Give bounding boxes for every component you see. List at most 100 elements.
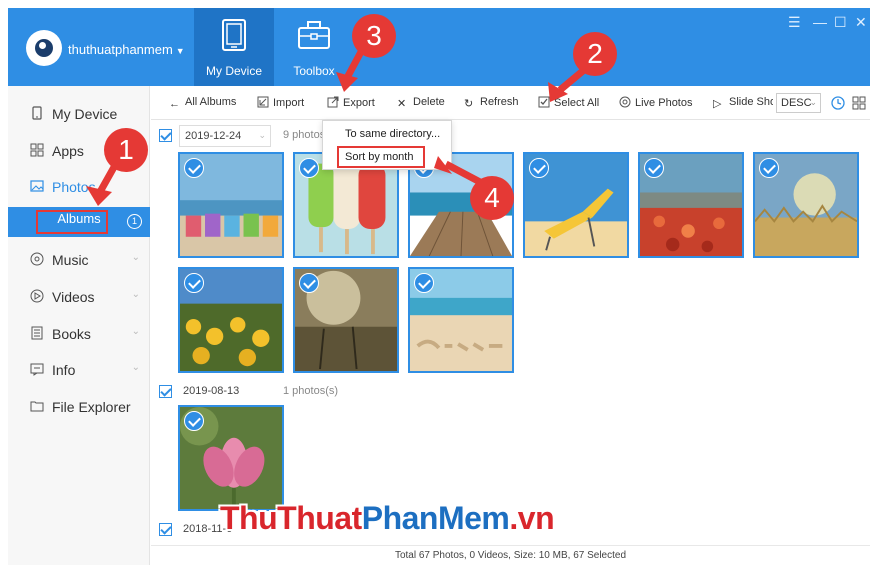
export-icon — [327, 96, 339, 108]
photo-content: 2019-12-24 ⌄ 9 photos 2019-08-13 1 photo… — [151, 121, 870, 545]
caret-down-icon: ▼ — [175, 46, 185, 56]
menu-item-label: To same directory... — [345, 128, 441, 140]
delete-button[interactable]: ✕ Delete — [397, 96, 445, 110]
delete-label: Delete — [413, 96, 445, 108]
refresh-icon: ↻ — [464, 98, 474, 110]
select-all-button[interactable]: Select All — [538, 96, 599, 109]
group-checkbox[interactable] — [159, 385, 172, 398]
selected-check-icon[interactable] — [299, 158, 319, 178]
sidebar-item-file-explorer[interactable]: File Explorer — [8, 391, 150, 423]
app-logo-icon — [26, 30, 62, 66]
sidebar-item-books[interactable]: Books ⌄ — [8, 318, 150, 350]
sort-order-value: DESC — [781, 97, 812, 109]
play-icon: ▷ — [713, 98, 722, 109]
watermark-part1: ThuThuat — [220, 500, 362, 536]
selected-check-icon[interactable] — [644, 158, 664, 178]
import-button[interactable]: Import — [257, 96, 304, 109]
chevron-down-icon: ⌄ — [809, 97, 817, 107]
export-button[interactable]: Export — [327, 96, 375, 109]
group-checkbox[interactable] — [159, 129, 172, 142]
chevron-down-icon[interactable]: ⌄ — [132, 289, 140, 300]
toolbar: ← All Albums Import Export ✕ Delete ↻ Refre… — [151, 86, 870, 120]
photo-thumbnail[interactable] — [178, 152, 284, 258]
photo-thumbnail[interactable] — [293, 267, 399, 373]
maximize-icon[interactable]: ☐ — [834, 14, 847, 31]
close-icon[interactable]: ✕ — [855, 14, 867, 31]
slide-show-button[interactable]: ▷ Slide Sho — [713, 96, 773, 109]
photo-thumbnail[interactable] — [638, 152, 744, 258]
annotation-badge-4: 4 — [470, 176, 514, 220]
photo-thumbnail[interactable] — [753, 152, 859, 258]
watermark-part2: PhanMem — [361, 500, 510, 536]
top-bar: thuthuatphanmem ▼ My Device Toolbox ☰ — ☐… — [8, 8, 870, 86]
export-dropdown-menu: To same directory... Sort by month — [322, 120, 452, 170]
grid-view-icon[interactable] — [852, 96, 866, 110]
live-photos-label: Live Photos — [635, 97, 693, 109]
sidebar-item-label: Photos — [52, 179, 96, 195]
sidebar-item-albums[interactable]: Albums 1 — [8, 207, 150, 237]
sidebar-item-label: Music — [52, 252, 89, 268]
status-bar: Total 67 Photos, 0 Videos, Size: 10 MB, … — [151, 545, 870, 565]
sidebar-item-my-device[interactable]: My Device — [8, 98, 150, 130]
all-albums-label: All Albums — [185, 96, 237, 108]
selected-check-icon[interactable] — [184, 411, 204, 431]
arrow-left-icon: ← — [169, 98, 180, 110]
live-photos-button[interactable]: Live Photos — [619, 96, 692, 109]
annotation-badge-1: 1 — [104, 128, 148, 172]
menu-icon[interactable]: ☰ — [788, 14, 801, 31]
chevron-down-icon[interactable]: ⌄ — [132, 252, 140, 263]
minimize-icon[interactable]: — — [813, 14, 827, 30]
photo-thumbnail[interactable] — [178, 405, 284, 511]
sidebar-item-videos[interactable]: Videos ⌄ — [8, 281, 150, 313]
chevron-down-icon: ⌄ — [258, 130, 266, 140]
tab-toolbox[interactable]: Toolbox — [274, 8, 354, 86]
chevron-down-icon[interactable]: ⌄ — [132, 362, 140, 373]
tablet-icon — [222, 19, 246, 51]
menu-item-same-directory[interactable]: To same directory... — [323, 123, 453, 145]
sidebar-item-label: Apps — [52, 143, 84, 159]
photo-thumbnail[interactable] — [408, 267, 514, 373]
refresh-label: Refresh — [480, 96, 519, 108]
albums-count-badge: 1 — [127, 214, 142, 229]
sidebar-item-photos[interactable]: Photos — [8, 171, 150, 203]
delete-x-icon: ✕ — [397, 98, 407, 110]
group-date-select[interactable]: 2019-12-24 ⌄ — [179, 125, 271, 147]
selected-check-icon[interactable] — [299, 273, 319, 293]
book-icon — [31, 326, 43, 340]
all-albums-button[interactable]: ← All Albums — [169, 96, 236, 110]
chevron-down-icon[interactable]: ⌄ — [132, 326, 140, 337]
photo-thumbnail[interactable] — [523, 152, 629, 258]
select-all-label: Select All — [554, 97, 600, 109]
status-text: Total 67 Photos, 0 Videos, Size: 10 MB, … — [394, 550, 627, 561]
group-checkbox[interactable] — [159, 523, 172, 536]
live-photos-icon — [619, 96, 631, 108]
selected-check-icon[interactable] — [414, 273, 434, 293]
sidebar-item-label: Videos — [52, 289, 95, 305]
music-icon — [30, 252, 44, 266]
selected-check-icon[interactable] — [759, 158, 779, 178]
video-icon — [30, 289, 44, 303]
sidebar-item-music[interactable]: Music ⌄ — [8, 244, 150, 276]
sidebar-item-label: File Explorer — [52, 399, 131, 415]
sidebar-item-info[interactable]: Info ⌄ — [8, 354, 150, 386]
watermark-part3: .vn — [509, 500, 555, 536]
checkbox-checked-icon — [538, 96, 550, 108]
sidebar-item-label: Info — [52, 362, 76, 378]
tab-toolbox-label: Toolbox — [293, 64, 335, 78]
info-icon — [30, 363, 44, 376]
selected-check-icon[interactable] — [529, 158, 549, 178]
watermark: ThuThuatPhanMem.vn — [220, 500, 555, 537]
toolbox-icon — [298, 21, 330, 49]
sort-order-select[interactable]: DESC ⌄ — [776, 93, 821, 113]
annotation-badge-2: 2 — [573, 32, 617, 76]
sidebar-item-label: My Device — [52, 106, 118, 122]
refresh-button[interactable]: ↻ Refresh — [464, 96, 519, 110]
photo-thumbnail[interactable] — [178, 267, 284, 373]
timeline-view-icon[interactable] — [831, 96, 845, 110]
account-name: thuthuatphanmem — [68, 42, 173, 57]
selected-check-icon[interactable] — [184, 273, 204, 293]
tab-my-device[interactable]: My Device — [194, 8, 274, 86]
selected-check-icon[interactable] — [184, 158, 204, 178]
account-menu[interactable]: thuthuatphanmem ▼ — [68, 42, 185, 57]
photo-group-header: 2019-08-13 1 photos(s) — [159, 381, 459, 403]
